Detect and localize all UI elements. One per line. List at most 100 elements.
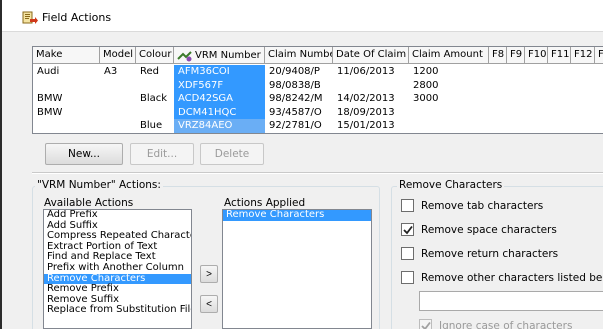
grid-cell[interactable]: XDF567F (174, 78, 265, 92)
grid-column-header-label: Model (103, 49, 134, 60)
grid-row[interactable]: BMW DCM41HQC 93/4587/O 18/09/2013 (33, 105, 489, 120)
ignore-case-label: Ignore case of characters (439, 319, 573, 329)
remove-space-option[interactable]: Remove space characters (401, 223, 557, 236)
grid-cell[interactable]: DCM41HQC (174, 105, 265, 119)
grid-column-header[interactable]: F9 (507, 47, 525, 64)
grid-cell[interactable] (333, 79, 409, 93)
remove-return-checkbox[interactable] (401, 247, 414, 260)
grid-column-header[interactable]: F10 (525, 47, 548, 64)
grid-column-header[interactable]: Claim Amount (409, 47, 489, 64)
delete-button[interactable]: Delete (200, 143, 264, 165)
grid-cell[interactable] (33, 79, 100, 93)
list-item[interactable]: Replace from Substitution File (44, 305, 191, 316)
grid-column-header-label: Colour (139, 49, 172, 60)
grid-cell[interactable]: ACD42SGA (174, 92, 265, 106)
grid-cell[interactable]: 14/02/2013 (333, 92, 409, 106)
grid-cell[interactable]: BMW (33, 106, 100, 120)
grid-cell[interactable]: Audi (33, 65, 100, 79)
grid-cell[interactable]: 18/09/2013 (333, 106, 409, 120)
grid-cell[interactable]: 20/9408/P (265, 65, 333, 79)
remove-return-label: Remove return characters (421, 247, 559, 260)
data-grid[interactable]: Make Model Colour VRM Number Claim Number Dat… (32, 46, 603, 134)
grid-cell[interactable]: 98/0838/B (265, 79, 333, 93)
grid-cell[interactable]: 15/01/2013 (333, 119, 409, 133)
grid-column-header-label: F9 (510, 49, 523, 60)
remove-characters-group-title: Remove Characters (397, 179, 505, 191)
edit-button[interactable]: Edit... (130, 143, 194, 165)
grid-cell[interactable] (136, 106, 174, 120)
vrm-actions-group: "VRM Number" Actions: Available Actions … (32, 179, 380, 329)
grid-column-header[interactable]: Make (33, 47, 100, 64)
grid-cell[interactable]: BMW (33, 92, 100, 106)
remove-return-option[interactable]: Remove return characters (401, 247, 558, 260)
list-item[interactable]: Add Prefix (44, 210, 191, 221)
separator (32, 172, 603, 174)
grid-cell[interactable] (409, 106, 489, 120)
checkmark-icon (420, 321, 431, 329)
grid-cell[interactable]: 2800 (409, 79, 489, 93)
title-bar: Field Actions (2, 0, 603, 32)
grid-cell[interactable] (100, 106, 136, 120)
grid-cell[interactable]: VRZ84AEO (174, 119, 265, 133)
list-item[interactable]: Prefix with Another Column (44, 262, 191, 274)
grid-cell[interactable] (100, 92, 136, 106)
list-item[interactable]: Remove Characters (223, 210, 371, 221)
grid-column-header[interactable]: Claim Number (265, 47, 333, 64)
ignore-case-checkbox[interactable] (419, 319, 432, 329)
grid-column-header-label: F10 (528, 49, 547, 60)
grid-column-header[interactable]: Colour (136, 47, 174, 64)
grid-cell[interactable] (136, 79, 174, 93)
grid-row[interactable]: XDF567F 98/0838/B 2800 (33, 78, 489, 93)
remove-characters-group: Remove Characters Remove tab characters … (391, 179, 603, 329)
grid-cell[interactable]: AFM36COI (174, 65, 265, 79)
vrm-actions-group-title: "VRM Number" Actions: (35, 179, 163, 191)
grid-cell[interactable]: 93/4587/O (265, 106, 333, 120)
grid-column-header[interactable]: F12 (571, 47, 595, 64)
grid-cell[interactable]: 1200 (409, 65, 489, 79)
remove-action-button[interactable]: < (200, 295, 218, 313)
grid-cell[interactable]: 98/8242/M (265, 92, 333, 106)
new-button[interactable]: New... (45, 143, 123, 165)
grid-row[interactable]: Audi A3 Red AFM36COI 20/9408/P 11/06/2013 1200 (33, 65, 489, 79)
ignore-case-option[interactable]: Ignore case of characters (419, 319, 572, 329)
grid-row[interactable]: BMW Black ACD42SGA 98/8242/M 14/02/2013 3000 (33, 92, 489, 106)
grid-column-header-label: F (598, 49, 603, 60)
available-actions-list[interactable]: Add Prefix Add Suffix Compress Repeated Ch… (43, 209, 192, 329)
grid-body: Audi A3 Red AFM36COI 20/9408/P 11/06/2013 1200… (33, 65, 489, 133)
grid-cell[interactable]: Black (136, 92, 174, 106)
remove-tab-option[interactable]: Remove tab characters (401, 199, 543, 212)
remove-space-checkbox[interactable] (401, 223, 414, 236)
grid-column-header-label: Make (36, 49, 63, 60)
remove-other-label: Remove other characters listed below: (421, 271, 603, 284)
grid-column-header[interactable]: Date Of Claim (333, 47, 409, 64)
other-characters-input[interactable] (419, 291, 603, 311)
grid-cell[interactable] (33, 119, 100, 133)
column-action-icon (177, 50, 192, 61)
window-title: Field Actions (42, 11, 112, 24)
remove-space-label: Remove space characters (421, 223, 557, 236)
grid-cell[interactable]: A3 (100, 65, 136, 79)
remove-other-option[interactable]: Remove other characters listed below: (401, 271, 603, 284)
grid-cell[interactable]: Blue (136, 119, 174, 133)
remove-tab-checkbox[interactable] (401, 199, 414, 212)
actions-applied-list[interactable]: Remove Characters (222, 209, 372, 329)
grid-column-header[interactable]: F11 (548, 47, 571, 64)
field-actions-app-icon (22, 11, 38, 24)
grid-column-header-label: Claim Number (268, 49, 333, 60)
grid-column-header[interactable]: Model (100, 47, 136, 64)
grid-row[interactable]: Blue VRZ84AEO 92/2781/O 15/01/2013 (33, 119, 489, 133)
grid-column-header-label: F11 (551, 49, 570, 60)
grid-column-header-label: VRM Number (195, 49, 261, 61)
grid-column-header[interactable]: VRM Number (174, 47, 265, 64)
grid-cell[interactable]: 11/06/2013 (333, 65, 409, 79)
add-action-button[interactable]: > (200, 265, 218, 283)
grid-cell[interactable]: 92/2781/O (265, 119, 333, 133)
grid-cell[interactable] (409, 119, 489, 133)
remove-other-checkbox[interactable] (401, 271, 414, 284)
grid-cell[interactable]: 3000 (409, 92, 489, 106)
grid-cell[interactable] (100, 79, 136, 93)
grid-cell[interactable]: Red (136, 65, 174, 79)
grid-column-header[interactable]: F (595, 47, 603, 64)
grid-cell[interactable] (100, 119, 136, 133)
grid-column-header[interactable]: F8 (489, 47, 507, 64)
